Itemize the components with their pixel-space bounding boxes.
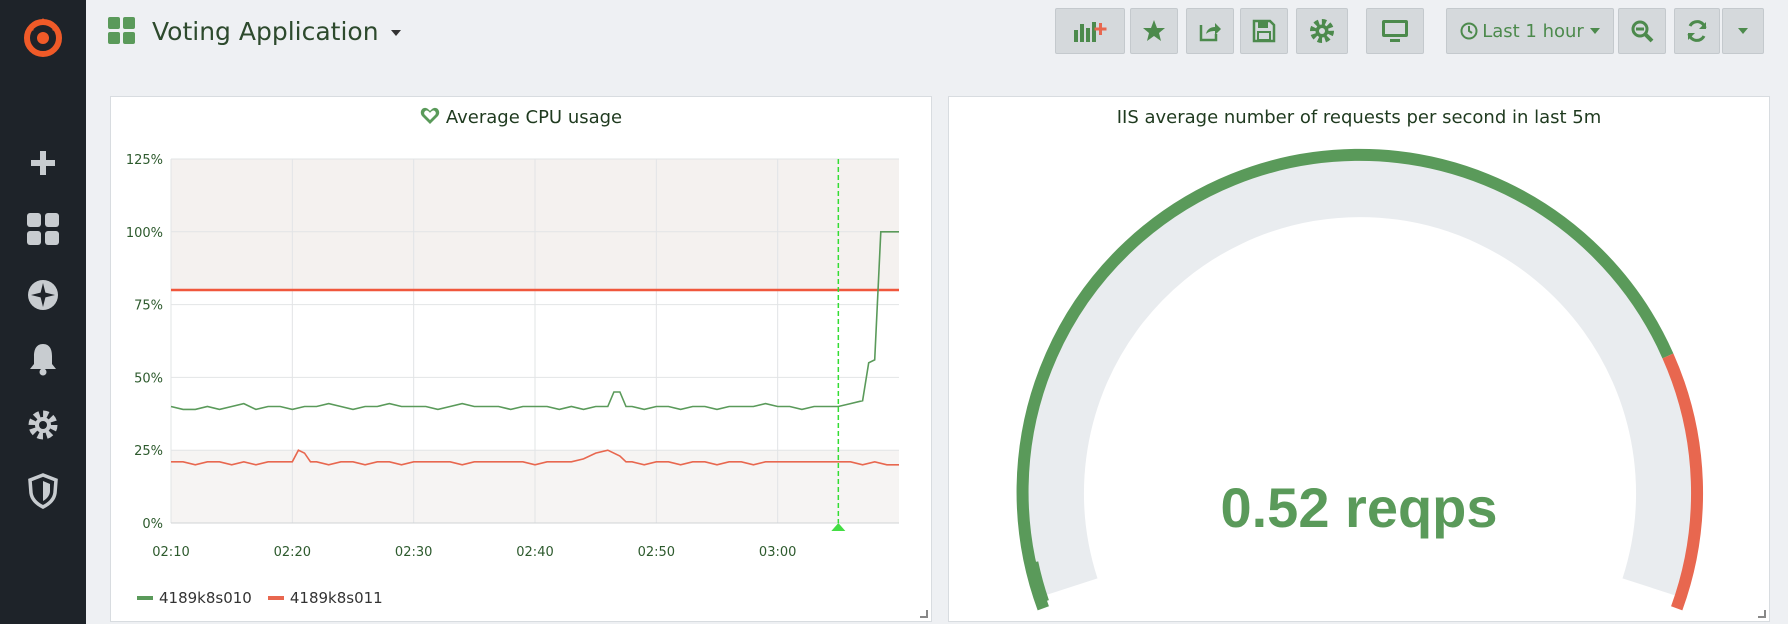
y-tick-label: 25% (134, 444, 163, 459)
tv-mode-button[interactable] (1366, 8, 1424, 54)
y-tick-label: 125% (126, 153, 163, 168)
legend-swatch (267, 596, 284, 600)
heart-icon (420, 107, 440, 124)
x-tick-label: 02:40 (516, 545, 553, 560)
grafana-logo-icon[interactable] (18, 12, 68, 62)
time-range-label: Last 1 hour (1482, 20, 1584, 42)
add-panel-icon (1074, 22, 1107, 42)
legend-label: 4189k8s011 (289, 589, 383, 607)
gauge-value: 0.52 reqps (1220, 476, 1498, 539)
star-button[interactable] (1130, 8, 1178, 54)
y-tick-label: 75% (134, 299, 163, 314)
clock-icon (1460, 22, 1478, 40)
legend-swatch (137, 596, 153, 600)
refresh-icon (1687, 20, 1707, 42)
panel-resize-handle[interactable] (1758, 610, 1766, 618)
settings-button[interactable] (1296, 8, 1348, 54)
gauge-threshold-green (1016, 148, 1674, 611)
y-tick-label: 50% (134, 371, 163, 386)
chevron-down-icon (1589, 28, 1600, 34)
dashboards-icon (108, 17, 135, 44)
refresh-interval-dropdown[interactable] (1722, 8, 1764, 54)
compass-icon[interactable] (18, 270, 68, 320)
legend-item-4189k8s011[interactable]: 4189k8s011 (267, 589, 383, 607)
share-button[interactable] (1186, 8, 1234, 54)
panel-title[interactable]: IIS average number of requests per secon… (949, 107, 1769, 128)
cpu-line-chart[interactable]: 0% 25% 50% 75% 100% 125% 02:10 02:20 02:30 02:40 0… (111, 133, 933, 603)
chevron-down-icon (390, 30, 401, 36)
monitor-icon (1382, 20, 1408, 42)
y-tick-label: 100% (126, 226, 163, 241)
zoom-out-button[interactable] (1618, 8, 1666, 54)
y-tick-label: 0% (142, 517, 163, 532)
legend-item-4189k8s010[interactable]: 4189k8s010 (137, 589, 252, 607)
requests-gauge (1016, 148, 1704, 611)
time-marker-triangle (831, 523, 846, 531)
gear-icon (1310, 19, 1334, 43)
chart-legend: 4189k8s010 4189k8s011 (137, 589, 383, 607)
panel-resize-handle[interactable] (920, 610, 928, 618)
legend-label: 4189k8s010 (159, 589, 252, 607)
x-tick-label: 02:30 (395, 545, 432, 560)
save-icon (1252, 19, 1276, 43)
x-tick-label: 02:20 (274, 545, 311, 560)
share-icon (1199, 23, 1221, 42)
zoom-out-icon (1631, 20, 1654, 43)
time-picker-button[interactable]: Last 1 hour (1446, 8, 1614, 54)
dashboard-title-picker[interactable]: Voting Application (108, 14, 401, 48)
gear-icon[interactable] (18, 400, 68, 450)
star-icon (1143, 20, 1165, 41)
panel-title[interactable]: Average CPU usage (111, 107, 931, 128)
chevron-down-icon (1738, 28, 1748, 34)
bell-icon[interactable] (18, 334, 68, 384)
save-button[interactable] (1240, 8, 1288, 54)
x-tick-label: 02:50 (638, 545, 675, 560)
page-title: Voting Application (152, 16, 379, 46)
requests-gauge-panel: IIS average number of requests per secon… (948, 96, 1770, 622)
shield-icon[interactable] (18, 466, 68, 516)
refresh-button[interactable] (1674, 8, 1720, 54)
plus-icon[interactable] (18, 138, 68, 188)
x-tick-label: 03:00 (759, 545, 796, 560)
dashboards-icon[interactable] (18, 204, 68, 254)
cpu-panel-title: Average CPU usage (445, 107, 623, 128)
x-tick-label: 02:10 (152, 545, 189, 560)
sidebar (0, 0, 86, 624)
cpu-usage-panel: Average CPU usage 0% 25% 50% 75% 100% 125% 02:… (110, 96, 932, 622)
add-panel-button[interactable] (1055, 8, 1125, 54)
